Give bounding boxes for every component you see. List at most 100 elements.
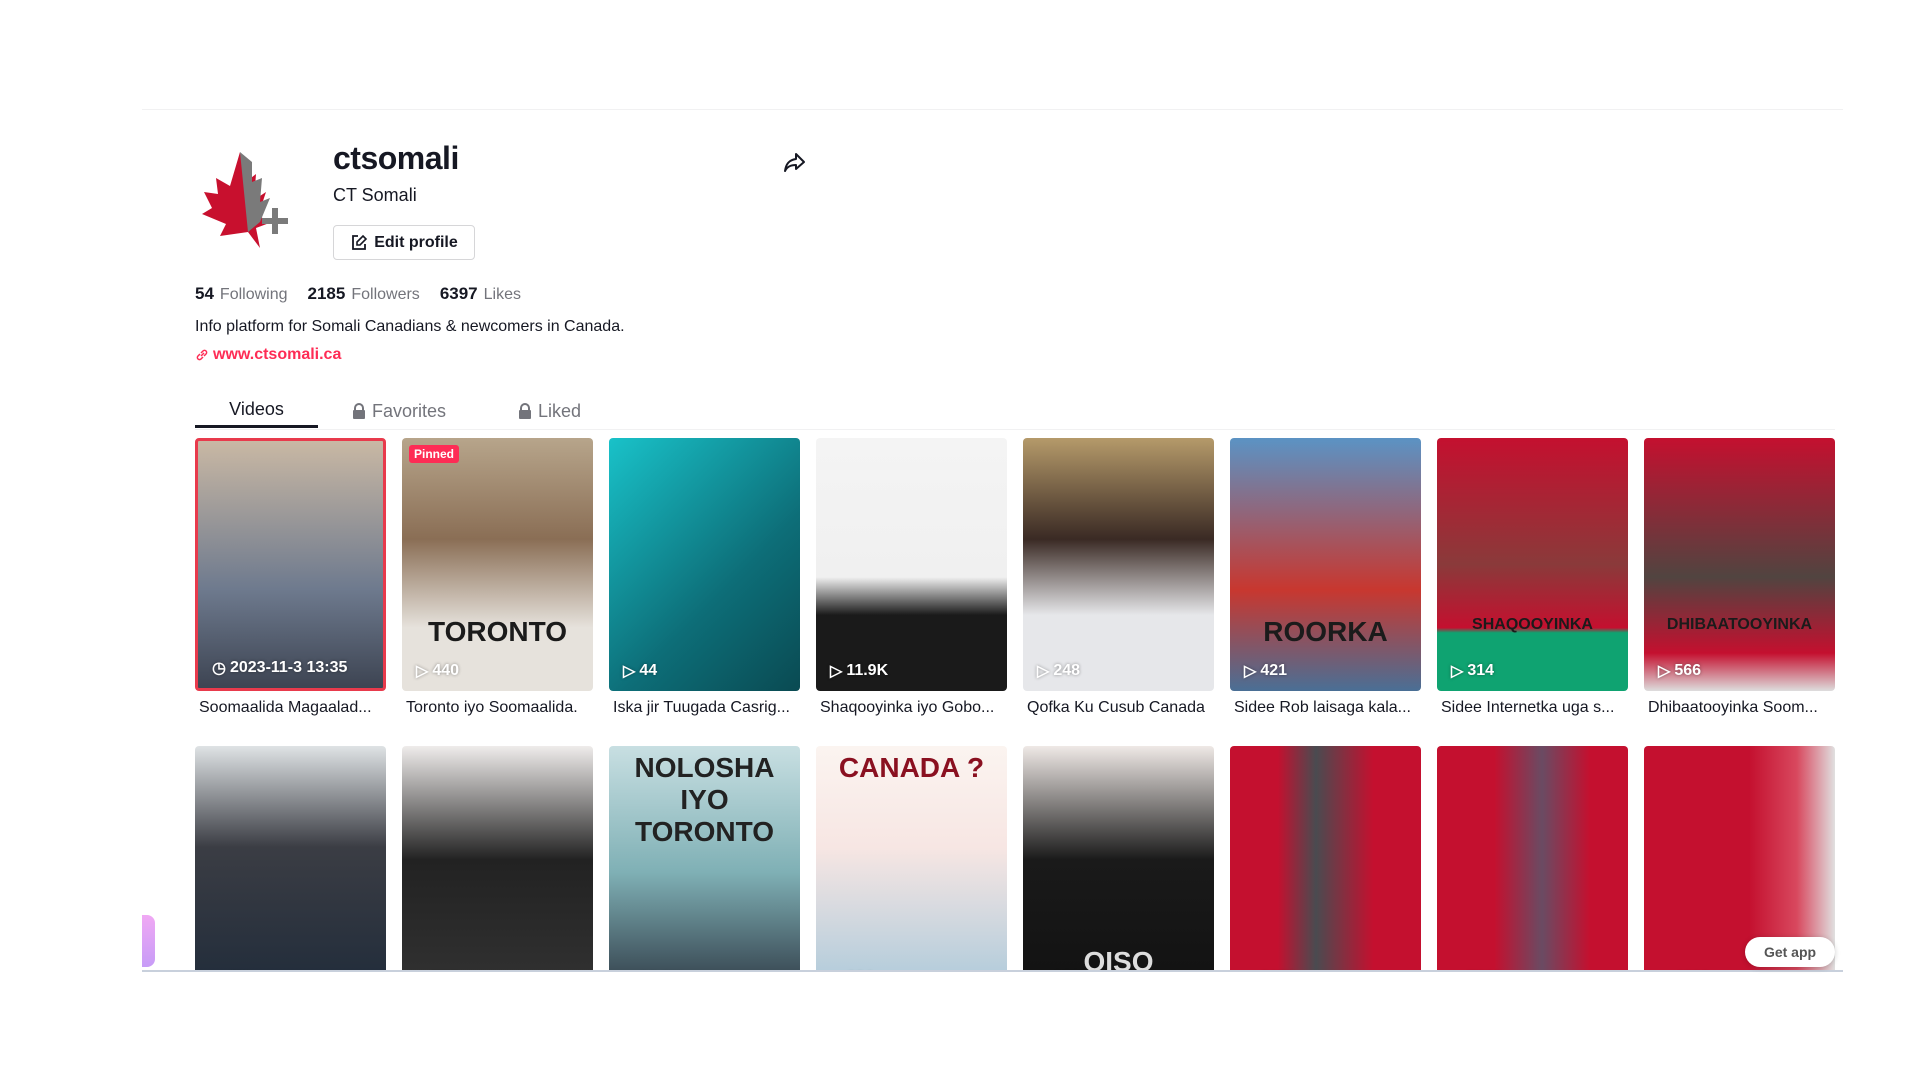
stat-followers[interactable]: 2185 Followers bbox=[308, 284, 420, 304]
play-icon: ▷ bbox=[1451, 663, 1464, 680]
view-count-text: 566 bbox=[1674, 662, 1702, 679]
view-count-text: 2023-11-3 13:35 bbox=[229, 659, 348, 676]
view-count-text: 314 bbox=[1467, 662, 1495, 679]
profile-stats: 54 Following 2185 Followers 6397 Likes bbox=[195, 284, 521, 304]
lock-icon bbox=[353, 403, 365, 419]
play-icon: ▷ bbox=[416, 663, 429, 680]
header-divider bbox=[142, 109, 1843, 110]
thumbnail-overlay-text: ROORKA bbox=[1263, 616, 1388, 647]
thumbnail-overlay-text: CANADA ? bbox=[838, 752, 985, 783]
view-count: ▷ 421 bbox=[1244, 661, 1287, 681]
nickname: CT Somali bbox=[333, 185, 417, 205]
video-grid: ◷ 2023-11-3 13:35 Soomaalida Magaalad... TO… bbox=[195, 438, 1840, 972]
video-thumbnail[interactable]: DHIBAATOOYINKA ▷ 566 bbox=[1644, 438, 1835, 691]
view-count: ▷ 314 bbox=[1451, 661, 1494, 681]
video-caption[interactable]: Iska jir Tuugada Casrig... bbox=[609, 691, 800, 717]
tab-liked[interactable]: Liked bbox=[518, 394, 581, 428]
view-count: ▷ 440 bbox=[416, 661, 459, 681]
tab-videos[interactable]: Videos bbox=[195, 394, 318, 428]
video-card[interactable]: ▷452 bbox=[195, 746, 386, 972]
view-count: ◷ 2023-11-3 13:35 bbox=[212, 658, 347, 678]
video-thumbnail[interactable]: ▷7399 bbox=[1437, 746, 1628, 972]
thumbnail-overlay-text: TORONTO bbox=[428, 616, 567, 647]
tab-label: Videos bbox=[229, 399, 284, 419]
video-card[interactable]: TORONTO Pinned ▷ 440 Toronto iyo Soomaalida. bbox=[402, 438, 593, 746]
view-count-text: 248 bbox=[1053, 662, 1081, 679]
video-thumbnail[interactable]: ▷3170 bbox=[1230, 746, 1421, 972]
profile-link[interactable]: www.ctsomali.ca bbox=[195, 346, 341, 364]
thumbnail-overlay-text: NOLOSHA IYO TORONTO bbox=[634, 752, 775, 847]
share-icon[interactable] bbox=[782, 151, 806, 175]
video-thumbnail[interactable]: ◷ 2023-11-3 13:35 bbox=[195, 438, 386, 691]
play-icon: ▷ bbox=[1658, 663, 1671, 680]
video-card[interactable]: ▷ 248 Qofka Ku Cusub Canada bbox=[1023, 438, 1214, 746]
link-icon bbox=[196, 349, 208, 361]
video-card[interactable]: CANADA ?▷684 bbox=[816, 746, 1007, 972]
video-caption[interactable]: Soomaalida Magaalad... bbox=[195, 691, 386, 717]
view-count: ▷ 566 bbox=[1658, 661, 1701, 681]
stat-following[interactable]: 54 Following bbox=[195, 284, 288, 304]
tab-label: Liked bbox=[538, 400, 582, 421]
thumbnail-overlay-text: SHAQOOYINKA bbox=[1472, 616, 1593, 633]
likes-label: Likes bbox=[483, 286, 521, 303]
side-handle[interactable] bbox=[142, 915, 155, 967]
play-icon: ▷ bbox=[830, 663, 843, 680]
tab-favorites[interactable]: Favorites bbox=[352, 394, 446, 428]
view-count-text: 11.9K bbox=[846, 662, 889, 679]
video-thumbnail[interactable]: ▷ 11.9K bbox=[816, 438, 1007, 691]
view-count-text: 440 bbox=[432, 662, 460, 679]
video-caption[interactable]: Dhibaatooyinka Soom... bbox=[1644, 691, 1835, 717]
video-card[interactable]: QISO▷1213 bbox=[1023, 746, 1214, 972]
clock-icon: ◷ bbox=[212, 660, 226, 677]
video-card[interactable]: ROORKA ▷ 421 Sidee Rob laisaga kala... bbox=[1230, 438, 1421, 746]
view-count: ▷ 248 bbox=[1037, 661, 1080, 681]
video-card[interactable]: ▷ 44 Iska jir Tuugada Casrig... bbox=[609, 438, 800, 746]
video-thumbnail[interactable]: ▷ 44 bbox=[609, 438, 800, 691]
video-thumbnail[interactable]: ▷563 bbox=[402, 746, 593, 972]
viewport-edge bbox=[142, 970, 1843, 972]
edit-icon bbox=[352, 234, 368, 250]
view-count: ▷ 44 bbox=[623, 661, 657, 681]
video-thumbnail[interactable]: NOLOSHA IYO TORONTO▷30.8K bbox=[609, 746, 800, 972]
view-count-text: 44 bbox=[639, 662, 658, 679]
video-thumbnail[interactable]: QISO▷1213 bbox=[1023, 746, 1214, 972]
view-count: ▷ 11.9K bbox=[830, 661, 888, 681]
edit-profile-label: Edit profile bbox=[374, 233, 458, 251]
video-card[interactable]: ▷563 bbox=[402, 746, 593, 972]
edit-profile-button[interactable]: Edit profile bbox=[333, 225, 475, 260]
video-card[interactable]: ▷ 11.9K Shaqooyinka iyo Gobo... bbox=[816, 438, 1007, 746]
likes-count: 6397 bbox=[439, 284, 478, 303]
followers-count: 2185 bbox=[307, 284, 346, 303]
profile-link-text: www.ctsomali.ca bbox=[213, 346, 342, 363]
video-card[interactable]: DHIBAATOOYINKA ▷ 566 Dhibaatooyinka Soom... bbox=[1644, 438, 1835, 746]
video-caption[interactable]: Toronto iyo Soomaalida. bbox=[402, 691, 593, 717]
lock-icon bbox=[519, 403, 531, 419]
play-icon: ▷ bbox=[1037, 663, 1050, 680]
view-count-text: 421 bbox=[1260, 662, 1288, 679]
video-card[interactable]: ▷3170 bbox=[1230, 746, 1421, 972]
followers-label: Followers bbox=[351, 286, 420, 303]
profile-tabs: Videos Favorites Liked bbox=[195, 394, 1835, 430]
video-caption[interactable]: Qofka Ku Cusub Canada bbox=[1023, 691, 1214, 717]
username: ctsomali bbox=[333, 140, 459, 176]
video-thumbnail[interactable]: SHAQOOYINKA ▷ 314 bbox=[1437, 438, 1628, 691]
bio: Info platform for Somali Canadians & new… bbox=[195, 318, 625, 335]
video-caption[interactable]: Shaqooyinka iyo Gobo... bbox=[816, 691, 1007, 717]
video-thumbnail[interactable]: ▷452 bbox=[195, 746, 386, 972]
video-card[interactable]: NOLOSHA IYO TORONTO▷30.8K bbox=[609, 746, 800, 972]
video-card[interactable]: SHAQOOYINKA ▷ 314 Sidee Internetka uga s... bbox=[1437, 438, 1628, 746]
avatar[interactable] bbox=[200, 152, 304, 250]
following-count: 54 bbox=[195, 284, 214, 303]
video-caption[interactable]: Sidee Internetka uga s... bbox=[1437, 691, 1628, 717]
video-thumbnail[interactable]: TORONTO Pinned ▷ 440 bbox=[402, 438, 593, 691]
video-card[interactable]: ◷ 2023-11-3 13:35 Soomaalida Magaalad... bbox=[195, 438, 386, 746]
video-thumbnail[interactable]: ▷ 248 bbox=[1023, 438, 1214, 691]
get-app-button[interactable]: Get app bbox=[1745, 937, 1835, 967]
video-card[interactable]: ▷7399 bbox=[1437, 746, 1628, 972]
play-icon: ▷ bbox=[1244, 663, 1257, 680]
play-icon: ▷ bbox=[623, 663, 636, 680]
video-thumbnail[interactable]: ROORKA ▷ 421 bbox=[1230, 438, 1421, 691]
tab-label: Favorites bbox=[372, 400, 447, 421]
video-thumbnail[interactable]: CANADA ?▷684 bbox=[816, 746, 1007, 972]
video-caption[interactable]: Sidee Rob laisaga kala... bbox=[1230, 691, 1421, 717]
